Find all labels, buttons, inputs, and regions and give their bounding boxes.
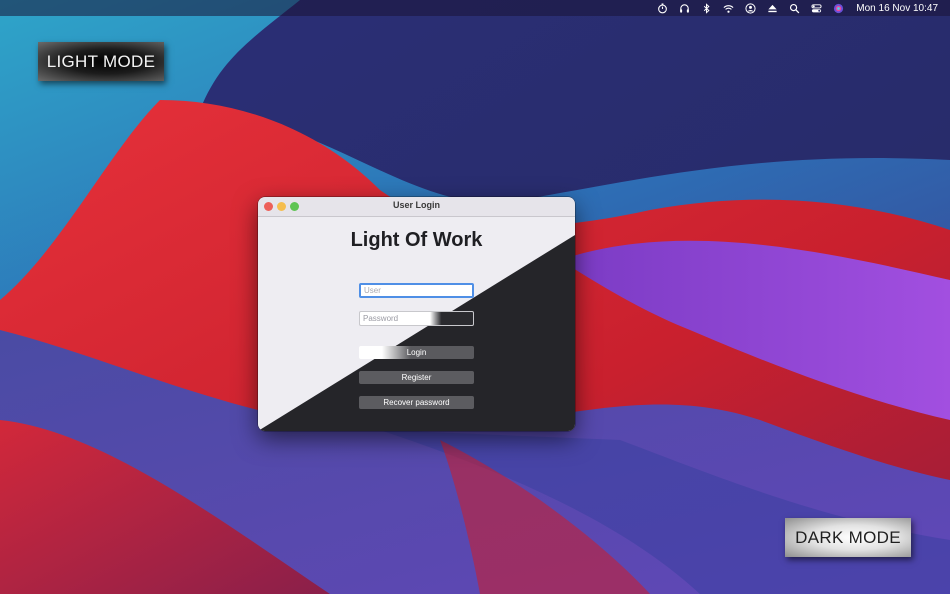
app-title: Light Of Work	[350, 229, 483, 251]
login-window: User Login Light Of Work Login Register …	[258, 197, 575, 431]
password-input[interactable]	[359, 311, 474, 326]
register-button-label: Register	[401, 373, 432, 382]
menu-bar-status-area: Mon 16 Nov 10:47	[656, 0, 938, 16]
recover-password-button-label: Recover password	[383, 398, 450, 407]
login-button-label: Login	[406, 348, 427, 357]
recover-password-button[interactable]: Recover password	[359, 396, 474, 409]
window-title: User Login	[392, 200, 440, 210]
bluetooth-icon[interactable]	[700, 2, 712, 14]
menu-bar: Mon 16 Nov 10:47	[0, 0, 950, 16]
search-icon[interactable]	[788, 2, 800, 14]
eject-icon[interactable]	[766, 2, 778, 14]
control-center-icon[interactable]	[810, 2, 822, 14]
menu-bar-clock[interactable]: Mon 16 Nov 10:47	[856, 3, 938, 14]
light-mode-label: LIGHT MODE	[38, 42, 164, 81]
register-button[interactable]: Register	[359, 371, 474, 384]
dark-mode-label: DARK MODE	[785, 518, 911, 557]
user-input[interactable]	[359, 283, 474, 298]
siri-icon[interactable]	[832, 2, 844, 14]
wifi-icon[interactable]	[722, 2, 734, 14]
window-titlebar[interactable]: User Login	[258, 197, 575, 217]
headphones-icon[interactable]	[678, 2, 690, 14]
login-button[interactable]: Login	[359, 346, 474, 359]
timer-icon[interactable]	[656, 2, 668, 14]
user-icon[interactable]	[744, 2, 756, 14]
window-content: Light Of Work Login Register Recover pas…	[258, 217, 575, 431]
